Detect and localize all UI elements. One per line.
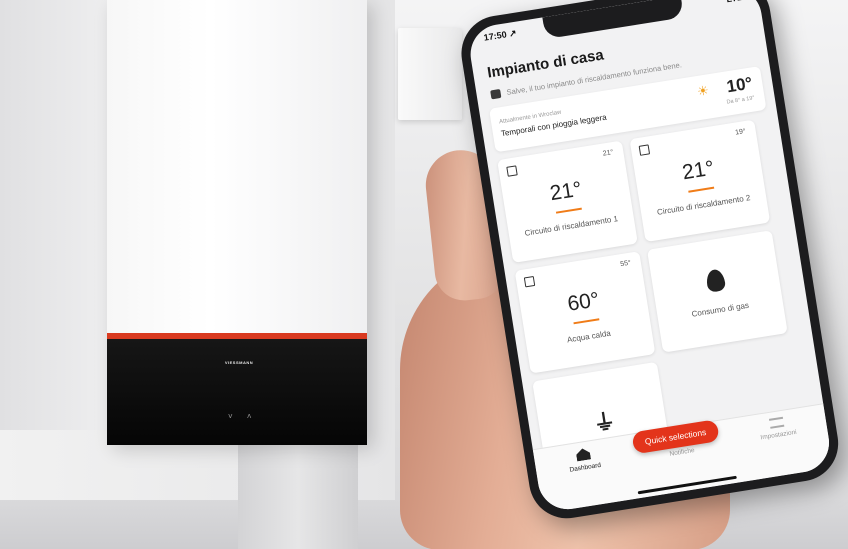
boiler-side bbox=[0, 0, 107, 430]
plug-icon: ⏚ bbox=[591, 408, 618, 437]
set-temperature: 21° bbox=[602, 149, 614, 158]
flame-icon bbox=[705, 268, 727, 293]
phone-notch bbox=[542, 0, 685, 40]
calendar-icon bbox=[638, 144, 651, 156]
temperature-underline bbox=[555, 207, 582, 214]
hot-water-tile[interactable]: 55° 60° Acqua calda bbox=[514, 251, 656, 374]
boiler-arrows: ˅ ˄ bbox=[228, 412, 258, 421]
gas-consumption-tile[interactable]: Consumo di gas bbox=[647, 230, 788, 353]
tab-dashboard[interactable]: Dashboard bbox=[548, 443, 626, 511]
weather-storm-icon: ☀ bbox=[696, 82, 710, 100]
status-time: 17:50 ↗ bbox=[483, 27, 518, 43]
current-temperature: 21° bbox=[548, 177, 584, 206]
current-temperature: 21° bbox=[680, 156, 716, 185]
tile-label: Acqua calda bbox=[566, 328, 612, 345]
check-house-icon bbox=[490, 88, 502, 100]
status-network: LTE bbox=[726, 0, 744, 8]
temperature-underline bbox=[688, 186, 715, 193]
settings-icon bbox=[768, 416, 785, 429]
boiler-control-panel bbox=[107, 339, 367, 445]
calendar-icon bbox=[506, 165, 518, 177]
weather-temperature: 10° bbox=[725, 73, 754, 97]
tile-label: Circuito di riscaldamento 1 bbox=[524, 214, 619, 238]
tab-settings[interactable]: Impostazioni bbox=[741, 412, 819, 480]
wall-lamp bbox=[398, 28, 462, 120]
set-temperature: 55° bbox=[619, 259, 632, 269]
tile-label: Consumo di gas bbox=[691, 300, 750, 319]
home-icon bbox=[575, 447, 591, 461]
heating-circuit-2-tile[interactable]: 19° 21° Circuito di riscaldamento 2 bbox=[629, 119, 771, 243]
tile-label: Circuito di riscaldamento 2 bbox=[656, 193, 751, 217]
tab-label: Dashboard bbox=[569, 461, 602, 474]
boiler-logo: VIESSMANN bbox=[224, 360, 254, 365]
phone-screen: 17:50 ↗ LTE Impianto di casa Salve, il t… bbox=[466, 0, 834, 514]
set-temperature: 19° bbox=[734, 128, 747, 137]
current-temperature: 60° bbox=[565, 288, 601, 316]
calendar-icon bbox=[523, 275, 536, 288]
boiler-pipe bbox=[238, 440, 358, 549]
tab-label: Impostazioni bbox=[760, 428, 798, 442]
tab-label: Notifiche bbox=[669, 446, 696, 458]
heating-circuit-1-tile[interactable]: 21° 21° Circuito di riscaldamento 1 bbox=[497, 140, 638, 263]
temperature-underline bbox=[573, 318, 600, 325]
